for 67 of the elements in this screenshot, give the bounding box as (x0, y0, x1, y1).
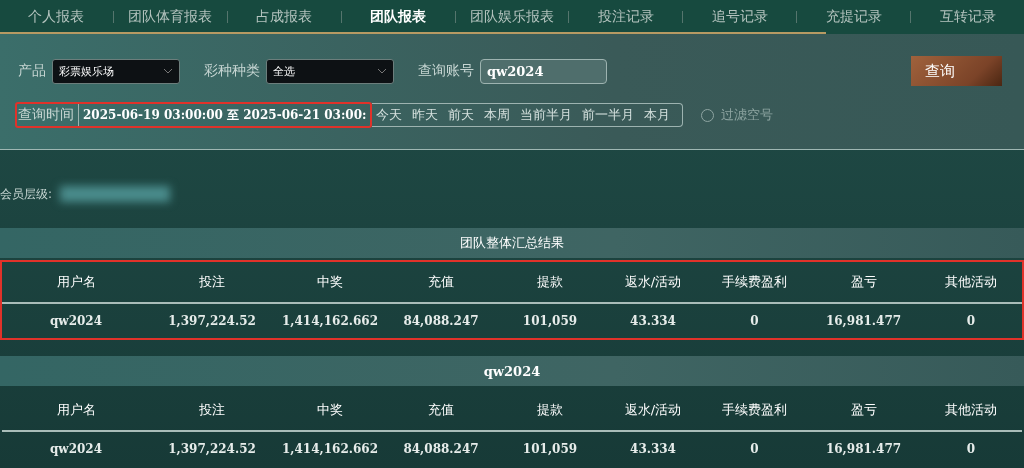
column-header: 用户名 (55, 273, 97, 291)
lottery-type-dropdown[interactable]: 全选 (266, 58, 394, 84)
table-cell-text: 0 (965, 314, 977, 328)
query-button[interactable]: 查询 (911, 56, 1002, 86)
radio-label: 过滤空号 (721, 106, 774, 124)
column-header: 投注 (198, 401, 226, 419)
field-label: 产品 (18, 62, 46, 80)
tab[interactable]: 团队娱乐报表 (455, 0, 569, 34)
column-header: 返水/活动 (623, 401, 683, 419)
quick-range-link[interactable]: 当前半月 (520, 106, 573, 124)
column-header: 盈亏 (849, 401, 878, 419)
tab[interactable]: 追号记录 (683, 0, 797, 34)
tab[interactable]: 个人报表 (0, 0, 113, 34)
tab[interactable]: 充提记录 (797, 0, 911, 34)
column-header: 充值 (427, 401, 455, 419)
tab[interactable]: 团队体育报表 (113, 0, 227, 34)
table-cell-text: 16,981.477 (824, 442, 903, 456)
chevron-down-icon (377, 68, 387, 74)
product-dropdown[interactable]: 彩票娱乐场 (52, 58, 180, 84)
table-cell-text: 101,059 (521, 314, 579, 328)
field-label: 查询账号 (418, 62, 474, 80)
table-cell-text: 101,059 (521, 442, 579, 456)
field-label: 彩种种类 (204, 62, 260, 80)
tab[interactable]: 互转记录 (911, 0, 1024, 34)
account-input[interactable]: qw2024 (480, 58, 607, 84)
table-cell-text: qw2024 (48, 314, 104, 328)
table-cell-text: 0 (749, 314, 760, 328)
column-header: 返水/活动 (623, 273, 683, 291)
column-header: 其他活动 (944, 273, 998, 291)
chevron-down-icon (163, 68, 173, 74)
table-cell-text: 1,414,162.662 (281, 314, 379, 328)
quick-range-link[interactable]: 本周 (484, 106, 511, 124)
quick-range-link[interactable]: 前一半月 (582, 106, 635, 124)
table-cell-text: 84,088.247 (402, 442, 480, 456)
table-cell-text: 0 (965, 442, 977, 456)
quick-range-link[interactable]: 本月 (644, 106, 671, 124)
member-level-label: 会员层级: (0, 185, 53, 203)
field-label: 查询时间 (18, 106, 74, 124)
column-header: 手续费盈利 (721, 273, 788, 291)
column-header: 提款 (536, 273, 564, 291)
quick-range-link[interactable]: 今天 (376, 106, 403, 124)
date-range-input[interactable]: 2025-06-19 03:00:00 至 2025-06-21 03:00: (78, 104, 371, 126)
column-header: 充值 (427, 273, 455, 291)
column-header: 其他活动 (944, 401, 998, 419)
table-title: qw2024 (0, 356, 1024, 386)
tab[interactable]: 团队报表 (341, 0, 455, 34)
column-header: 中奖 (316, 401, 344, 419)
table-cell-text: 1,397,224.52 (167, 442, 257, 456)
quick-range-link[interactable]: 前天 (448, 106, 475, 124)
table-cell-text: 43.334 (629, 442, 677, 456)
table-cell-text: qw2024 (48, 442, 104, 456)
table-cell-text: 1,414,162.662 (281, 442, 379, 456)
column-header: 投注 (198, 273, 226, 291)
column-header: 盈亏 (849, 273, 878, 291)
table-title: 团队整体汇总结果 (0, 228, 1024, 258)
table-cell-text: 43.334 (629, 314, 677, 328)
table-cell-text: 1,397,224.52 (167, 314, 257, 328)
tab[interactable]: 投注记录 (569, 0, 683, 34)
tab[interactable]: 占成报表 (227, 0, 341, 34)
table-cell-text: 84,088.247 (402, 314, 480, 328)
quick-range-link[interactable]: 昨天 (412, 106, 439, 124)
table-cell-text: 0 (749, 442, 760, 456)
table-cell-text: 16,981.477 (824, 314, 903, 328)
column-header: 用户名 (55, 401, 97, 419)
column-header: 中奖 (316, 273, 344, 291)
column-header: 提款 (536, 401, 564, 419)
column-header: 手续费盈利 (721, 401, 788, 419)
